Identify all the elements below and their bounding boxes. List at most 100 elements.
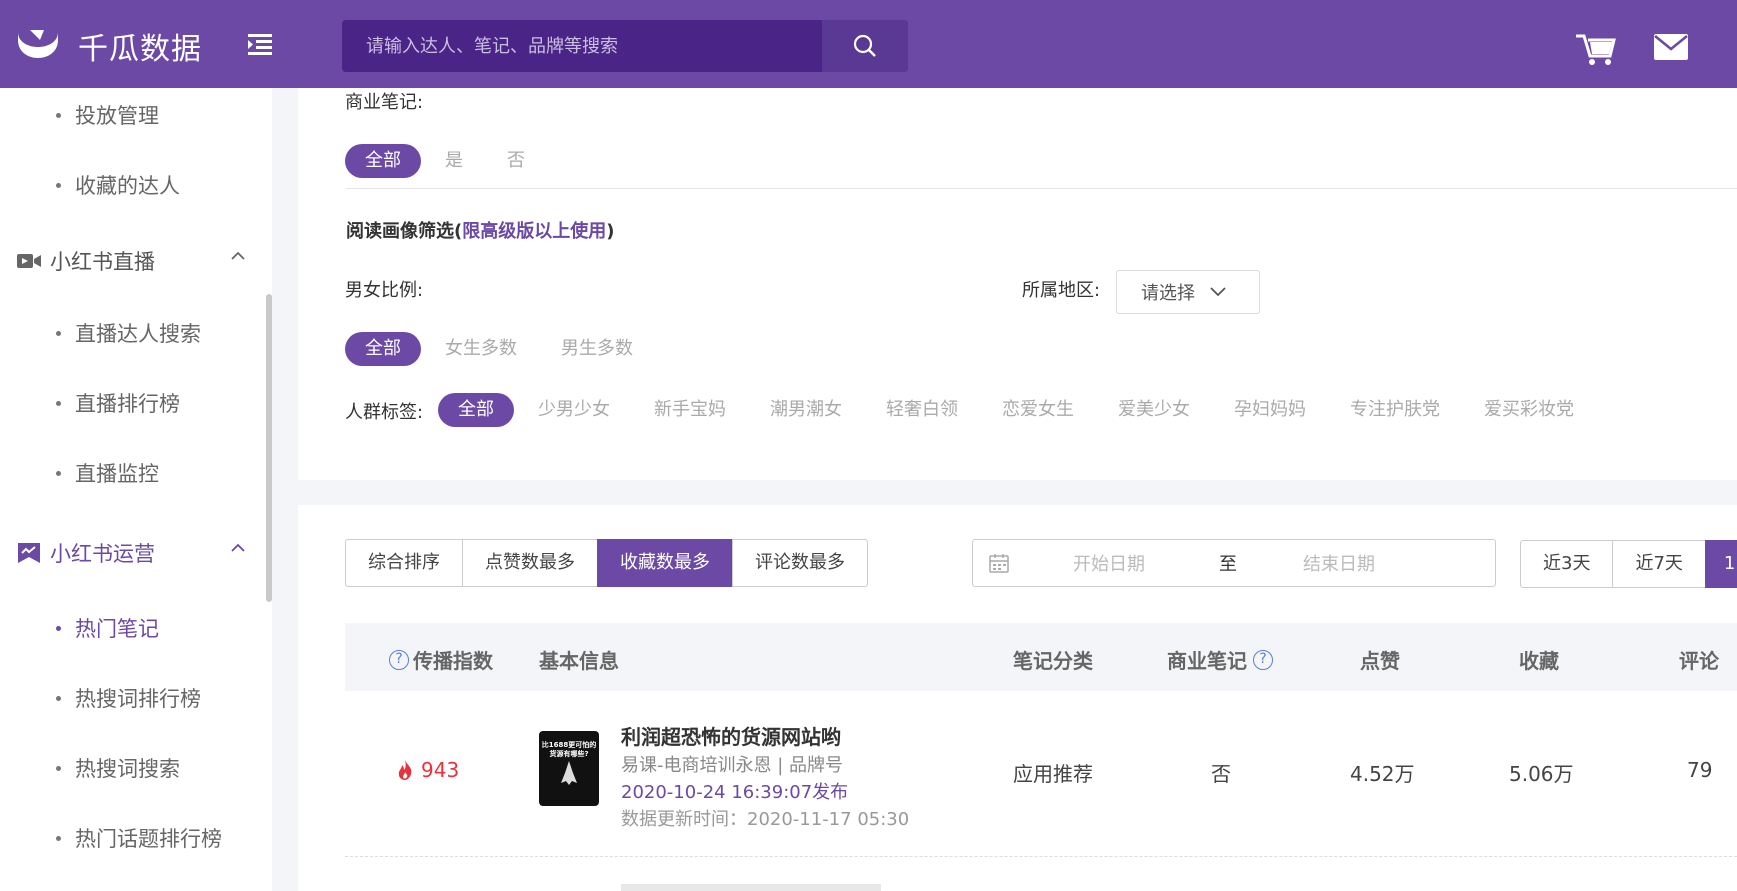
filter-option[interactable]: 潮男潮女 [750, 393, 862, 427]
portrait-title-close: ) [606, 221, 615, 242]
bullet-icon [56, 625, 61, 631]
sort-option[interactable]: 评论数最多 [732, 539, 868, 587]
bullet-icon [56, 695, 61, 701]
global-search [342, 20, 908, 72]
note-author[interactable]: 易课-电商培训永恩 | 品牌号 [621, 751, 843, 777]
thumbnail-caption: 比1688更可怕的货源有哪些? [541, 741, 597, 758]
col-label: 点赞 [1360, 649, 1400, 673]
note-title[interactable]: 利润超恐怖的货源网站哟 [621, 721, 841, 750]
region-filter-label: 所属地区: [1022, 280, 1101, 301]
filter-option[interactable]: 全部 [345, 332, 421, 366]
quick-range-buttons: 近3天 近7天 1 [1520, 540, 1737, 588]
filter-option[interactable]: 恋爱女生 [982, 393, 1094, 427]
fire-icon [398, 760, 412, 780]
col-label: 传播指数 [413, 649, 493, 673]
filter-option[interactable]: 女生多数 [425, 332, 537, 366]
filter-option[interactable]: 爱美少女 [1098, 393, 1210, 427]
quick-range-option[interactable]: 近7天 [1612, 540, 1706, 588]
col-label: 笔记分类 [1013, 649, 1093, 673]
filter-option[interactable]: 专注护肤党 [1330, 393, 1460, 427]
help-icon[interactable]: ? [1253, 649, 1273, 670]
filter-option[interactable]: 全部 [438, 393, 514, 427]
search-icon [853, 34, 876, 57]
sort-option[interactable]: 综合排序 [345, 539, 463, 587]
sort-option[interactable]: 收藏数最多 [597, 539, 733, 587]
portrait-filter-title: 阅读画像筛选(限高级版以上使用) [346, 217, 614, 243]
col-likes[interactable]: 点赞 [1360, 645, 1400, 674]
gender-filter-label: 男女比例: [345, 280, 424, 301]
sidebar-group-label: 小红书直播 [50, 250, 155, 274]
note-comments: 79 [1687, 758, 1713, 782]
bullet-icon [56, 400, 61, 406]
quick-range-option-active[interactable]: 1 [1704, 540, 1737, 588]
chevron-down-icon [1210, 287, 1226, 297]
portrait-title-text: 阅读画像筛选( [346, 221, 463, 242]
cart-icon[interactable] [1576, 30, 1616, 66]
search-input[interactable] [342, 20, 822, 72]
help-icon[interactable]: ? [389, 649, 409, 670]
chevron-up-icon [231, 251, 245, 260]
chevron-up-icon [231, 543, 245, 552]
menu-collapse-icon[interactable] [248, 32, 276, 56]
sidebar-scrollbar[interactable] [266, 294, 272, 602]
spread-index-cell: 943 [397, 758, 459, 782]
filter-option[interactable]: 否 [487, 144, 545, 178]
sidebar: 投放管理 收藏的达人 小红书直播 直播达人搜索 直播排行榜 直播监控 小红书运营… [0, 88, 272, 891]
filter-option[interactable]: 轻奢白领 [866, 393, 978, 427]
bullet-icon [56, 765, 61, 771]
table-row[interactable]: 943 比1688更可怕的货源有哪些? 利润超恐怖的货源网站哟 易课-电商培训永… [345, 691, 1737, 856]
region-select[interactable]: 请选择 [1116, 270, 1260, 314]
sidebar-item-label: 热门笔记 [75, 617, 159, 641]
col-label: 收藏 [1519, 649, 1559, 673]
sidebar-item-label: 直播排行榜 [75, 392, 180, 416]
filter-option[interactable]: 是 [425, 144, 483, 178]
date-range-picker[interactable]: 开始日期 至 结束日期 [972, 539, 1496, 587]
col-label: 基本信息 [539, 649, 619, 673]
commercial-filter-label: 商业笔记: [345, 92, 424, 113]
search-button[interactable] [822, 20, 908, 72]
next-row-title-peek [621, 884, 881, 891]
sidebar-item-hot-search-ranking[interactable]: 热搜词排行榜 [56, 683, 201, 713]
filter-option[interactable]: 男生多数 [541, 332, 653, 366]
sidebar-group-label: 小红书运营 [50, 542, 155, 566]
date-separator: 至 [1219, 554, 1237, 575]
logo[interactable]: 千瓜数据 [14, 24, 202, 68]
filter-option[interactable]: 全部 [345, 144, 421, 178]
sidebar-item-hot-search[interactable]: 热搜词搜索 [56, 753, 180, 783]
filter-option[interactable]: 新手宝妈 [634, 393, 746, 427]
sidebar-group-operations[interactable]: 小红书运营 [16, 538, 246, 568]
sidebar-item-hot-notes[interactable]: 热门笔记 [56, 613, 159, 643]
sidebar-group-live[interactable]: 小红书直播 [16, 246, 246, 276]
col-favorites[interactable]: 收藏 [1519, 645, 1559, 674]
commercial-filter-options: 全部 是 否 [345, 144, 549, 178]
spread-index-value: 943 [421, 758, 460, 782]
crowd-filter-label: 人群标签: [345, 402, 424, 423]
table-header: ? 传播指数 基本信息 笔记分类 商业笔记? 点赞 收藏 评论 [345, 623, 1737, 691]
app-name: 千瓜数据 [78, 32, 202, 67]
sidebar-item-live-ranking[interactable]: 直播排行榜 [56, 388, 180, 418]
bullet-icon [56, 330, 61, 336]
note-thumbnail[interactable]: 比1688更可怕的货源有哪些? [539, 731, 599, 806]
sidebar-item-favorites[interactable]: 收藏的达人 [56, 170, 180, 200]
filter-option[interactable]: 少男少女 [518, 393, 630, 427]
filter-option[interactable]: 爱买彩妆党 [1464, 393, 1594, 427]
filter-option[interactable]: 孕妇妈妈 [1214, 393, 1326, 427]
start-date-input[interactable]: 开始日期 [1073, 550, 1145, 576]
sort-option[interactable]: 点赞数最多 [462, 539, 598, 587]
thumbnail-figure-icon [561, 761, 577, 785]
gender-filter-options: 全部 女生多数 男生多数 [345, 332, 657, 366]
sidebar-item-delivery[interactable]: 投放管理 [56, 100, 159, 130]
quick-range-option[interactable]: 近3天 [1520, 540, 1614, 588]
sidebar-item-live-monitor[interactable]: 直播监控 [56, 458, 159, 488]
bullet-icon [56, 182, 61, 188]
end-date-input[interactable]: 结束日期 [1303, 550, 1375, 576]
crowd-filter-options: 全部 少男少女 新手宝妈 潮男潮女 轻奢白领 恋爱女生 爱美少女 孕妇妈妈 专注… [438, 393, 1598, 427]
sidebar-item-hot-topics[interactable]: 热门话题排行榜 [56, 823, 222, 853]
sidebar-item-live-search[interactable]: 直播达人搜索 [56, 318, 201, 348]
row-divider [345, 856, 1737, 857]
sidebar-item-label: 热门话题排行榜 [75, 827, 222, 851]
sidebar-item-label: 直播达人搜索 [75, 322, 201, 346]
mail-icon[interactable] [1654, 34, 1688, 60]
col-comments[interactable]: 评论 [1679, 645, 1719, 674]
col-label: 评论 [1679, 649, 1719, 673]
